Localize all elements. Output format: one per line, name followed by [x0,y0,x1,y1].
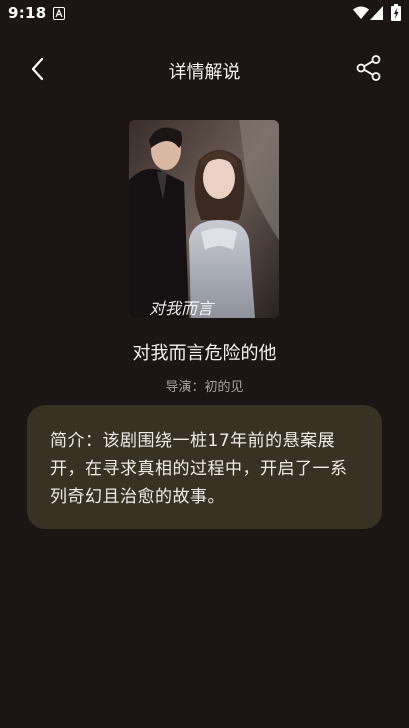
drama-title: 对我而言危险的他 [132,343,277,364]
status-time: 9:18 [8,4,47,22]
status-bar: 9:18 [0,0,409,28]
director-label: 导演：初的见 [165,380,244,395]
drama-poster[interactable]: 对我而言 [129,120,279,318]
poster-title-text: 对我而言 [149,299,215,318]
synopsis-card: 简介：该剧围绕一桩17年前的悬案展开，在寻求真相的过程中，开启了一系列奇幻且治愈… [27,405,382,529]
header-bar: 详情解说 [0,48,409,92]
wifi-icon [353,6,369,19]
synopsis-text: 简介：该剧围绕一桩17年前的悬案展开，在寻求真相的过程中，开启了一系列奇幻且治愈… [50,431,348,507]
poster-image: 对我而言 [129,120,279,318]
signal-icon [370,6,383,20]
share-icon[interactable] [355,54,383,82]
notification-app-icon [53,7,65,20]
battery-icon [391,4,401,21]
detail-screen: 9:18 详情解说 对我而言 对我而言危险的他 导演：初的见 简介：该剧围绕一桩… [0,0,409,728]
page-title: 详情解说 [168,62,241,83]
